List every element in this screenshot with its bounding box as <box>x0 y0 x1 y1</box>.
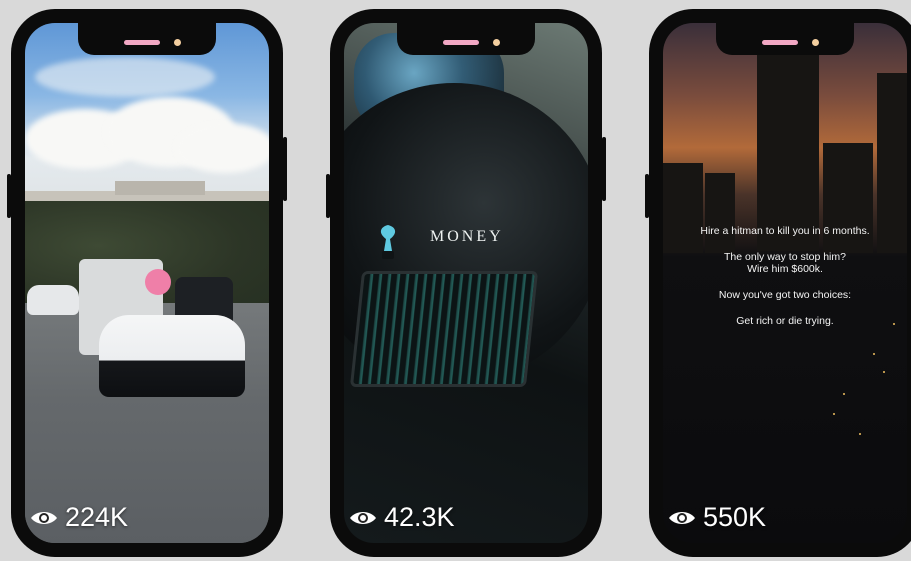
overlay-caption: MONEY <box>430 228 504 245</box>
city-light <box>859 433 861 435</box>
skyscraper <box>757 51 819 251</box>
quote-line: Get rich or die trying. <box>736 315 834 328</box>
power-button <box>283 137 287 201</box>
pink-balloon <box>145 269 171 295</box>
hood-ornament-icon <box>380 225 396 259</box>
hypercar <box>99 315 245 397</box>
speaker-grille <box>762 40 798 45</box>
quote-line: Wire him $600k. <box>747 263 823 276</box>
city-light <box>873 353 875 355</box>
speaker-grille <box>443 40 479 45</box>
view-count: 224K <box>65 502 129 532</box>
video-thumbnail-city-skyline[interactable]: Hire a hitman to kill you in 6 months. T… <box>663 23 907 543</box>
side-button <box>645 174 649 218</box>
building <box>115 181 205 195</box>
phone-mockup-luxury-car: MONEY 42.3K <box>326 9 606 557</box>
view-counter: 224K <box>29 502 128 533</box>
power-button <box>602 137 606 201</box>
parked-car <box>27 285 79 315</box>
phone-mockup-city-skyline: Hire a hitman to kill you in 6 months. T… <box>645 9 911 557</box>
city-light <box>843 393 845 395</box>
quote-line: Now you've got two choices: <box>718 289 852 302</box>
cloud <box>175 123 269 173</box>
phone-notch <box>397 23 535 55</box>
quote-line: Hire a hitman to kill you in 6 months. <box>700 225 870 237</box>
speaker-grille <box>124 40 160 45</box>
view-count: 42.3K <box>384 502 455 532</box>
view-counter: 550K <box>667 502 766 533</box>
eye-icon <box>31 511 57 524</box>
video-thumbnail-supercar[interactable]: 224K <box>25 23 269 543</box>
cloud <box>35 57 215 97</box>
view-count: 550K <box>703 502 767 532</box>
eye-icon <box>669 511 695 524</box>
car-grille <box>349 271 539 387</box>
front-camera <box>174 39 181 46</box>
city-light <box>833 413 835 415</box>
quote-overlay: Hire a hitman to kill you in 6 months. T… <box>663 225 907 341</box>
city-light <box>883 371 885 373</box>
side-button <box>7 174 11 218</box>
front-camera <box>812 39 819 46</box>
phone-notch <box>78 23 216 55</box>
phone-mockup-supercar: 224K <box>7 9 287 557</box>
side-button <box>326 174 330 218</box>
video-thumbnail-luxury-car[interactable]: MONEY 42.3K <box>344 23 588 543</box>
phone-notch <box>716 23 854 55</box>
eye-icon <box>350 511 376 524</box>
front-camera <box>493 39 500 46</box>
view-counter: 42.3K <box>348 502 455 533</box>
quote-line: The only way to stop him? <box>724 251 846 264</box>
